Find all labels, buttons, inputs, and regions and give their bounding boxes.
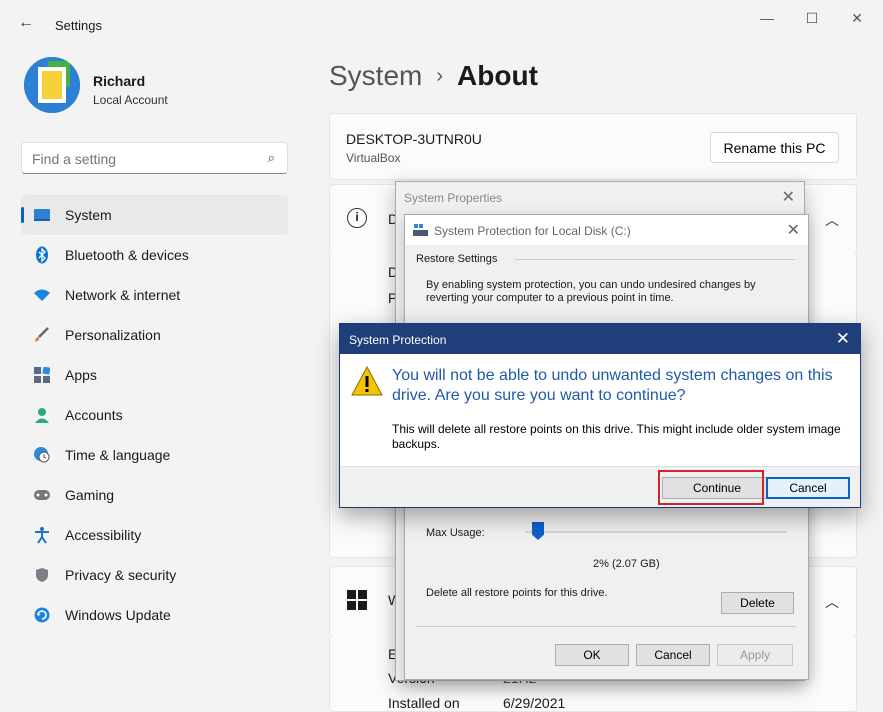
device-name: DESKTOP-3UTNR0U [346, 131, 482, 147]
cancel-button[interactable]: Cancel [766, 477, 850, 499]
brush-icon [33, 326, 51, 344]
sidebar-item-label: Bluetooth & devices [65, 247, 189, 263]
sidebar-item-bluetooth[interactable]: Bluetooth & devices [21, 235, 288, 275]
breadcrumb: System › About [329, 60, 538, 92]
sidebar-item-apps[interactable]: Apps [21, 355, 288, 395]
sidebar-item-label: Personalization [65, 327, 161, 343]
warning-icon [351, 366, 383, 396]
device-model: VirtualBox [346, 151, 401, 165]
apps-icon [33, 366, 51, 384]
wifi-icon [33, 286, 51, 304]
search-icon[interactable]: ⌕ [268, 150, 275, 166]
confirm-detail-text: This will delete all restore points on t… [392, 422, 841, 451]
breadcrumb-separator: › [436, 65, 444, 87]
sidebar-item-label: Time & language [65, 447, 171, 463]
sidebar-item-accounts[interactable]: Accounts [21, 395, 288, 435]
info-icon: i [347, 208, 367, 228]
cancel-button[interactable]: Cancel [636, 644, 710, 666]
title-bar: ← Settings — ☐ ✕ [0, 0, 883, 44]
bluetooth-icon [33, 246, 51, 264]
sidebar-item-privacy[interactable]: Privacy & security [21, 555, 288, 595]
sidebar-item-label: Accounts [65, 407, 123, 423]
minimize-icon[interactable]: — [752, 10, 782, 26]
close-icon[interactable]: ✕ [787, 220, 800, 240]
chevron-up-icon[interactable]: ︿ [825, 210, 839, 230]
close-icon[interactable]: ✕ [782, 187, 795, 207]
avatar[interactable] [24, 57, 80, 113]
max-usage-slider[interactable] [525, 521, 787, 547]
dialog-title: System Protection for Local Disk (C:) [434, 224, 631, 238]
sidebar-item-personalization[interactable]: Personalization [21, 315, 288, 355]
restore-description: By enabling system protection, you can u… [426, 279, 756, 304]
continue-highlight-box [658, 470, 764, 505]
drive-icon [413, 224, 428, 236]
delete-button[interactable]: Delete [721, 592, 794, 614]
sidebar-item-windows-update[interactable]: Windows Update [21, 595, 288, 635]
confirm-main-instruction: You will not be able to undo unwanted sy… [392, 367, 833, 404]
globe-clock-icon [33, 446, 51, 464]
slider-thumb[interactable] [532, 522, 544, 540]
rename-pc-button[interactable]: Rename this PC [710, 132, 839, 163]
sidebar-item-label: System [65, 207, 112, 223]
sidebar-item-accessibility[interactable]: Accessibility [21, 515, 288, 555]
sidebar-item-gaming[interactable]: Gaming [21, 475, 288, 515]
system-protection-confirm-dialog: System Protection ✕ You will not be able… [339, 323, 861, 508]
installed-on-value: 6/29/2021 [503, 695, 566, 711]
search-input[interactable] [32, 151, 252, 167]
sidebar-item-network[interactable]: Network & internet [21, 275, 288, 315]
close-icon[interactable]: ✕ [836, 329, 850, 349]
ok-button[interactable]: OK [555, 644, 629, 666]
breadcrumb-parent[interactable]: System [329, 60, 422, 91]
dialog-title-bar: System Protection ✕ [340, 324, 860, 354]
dialog-footer: Continue Cancel [340, 466, 860, 507]
page-title: About [457, 60, 538, 91]
system-icon [33, 206, 51, 224]
back-arrow-icon[interactable]: ← [18, 14, 38, 34]
sidebar-item-label: Gaming [65, 487, 115, 503]
maximize-icon[interactable]: ☐ [797, 10, 827, 27]
sidebar-nav: System Bluetooth & devices Network & int… [21, 195, 288, 635]
app-title: Settings [55, 18, 102, 33]
restore-settings-heading: Restore Settings [416, 253, 498, 265]
update-icon [33, 606, 51, 624]
user-account-type: Local Account [93, 93, 168, 107]
sidebar-item-label: Windows Update [65, 607, 171, 623]
dialog-title: System Protection [349, 333, 447, 347]
dialog-title: System Properties [404, 191, 503, 205]
windows-logo-icon [347, 590, 367, 610]
installed-on-label: Installed on [388, 695, 460, 711]
delete-description: Delete all restore points for this drive… [426, 587, 608, 599]
apply-button[interactable]: Apply [717, 644, 793, 666]
shield-icon [33, 566, 51, 584]
max-usage-label: Max Usage: [426, 527, 485, 539]
chevron-up-icon[interactable]: ︿ [825, 592, 839, 612]
sidebar-item-label: Network & internet [65, 287, 181, 303]
accessibility-icon [33, 526, 51, 544]
sidebar-item-time-language[interactable]: Time & language [21, 435, 288, 475]
person-icon [33, 406, 51, 424]
close-icon[interactable]: ✕ [842, 10, 872, 27]
user-name: Richard [93, 73, 146, 89]
sidebar-item-label: Apps [65, 367, 97, 383]
sidebar-item-label: Accessibility [65, 527, 142, 543]
gamepad-icon [33, 486, 51, 504]
sidebar-item-system[interactable]: System [21, 195, 288, 235]
sidebar-item-label: Privacy & security [65, 567, 177, 583]
usage-value: 2% (2.07 GB) [593, 558, 660, 570]
search-box[interactable]: ⌕ [21, 142, 288, 174]
